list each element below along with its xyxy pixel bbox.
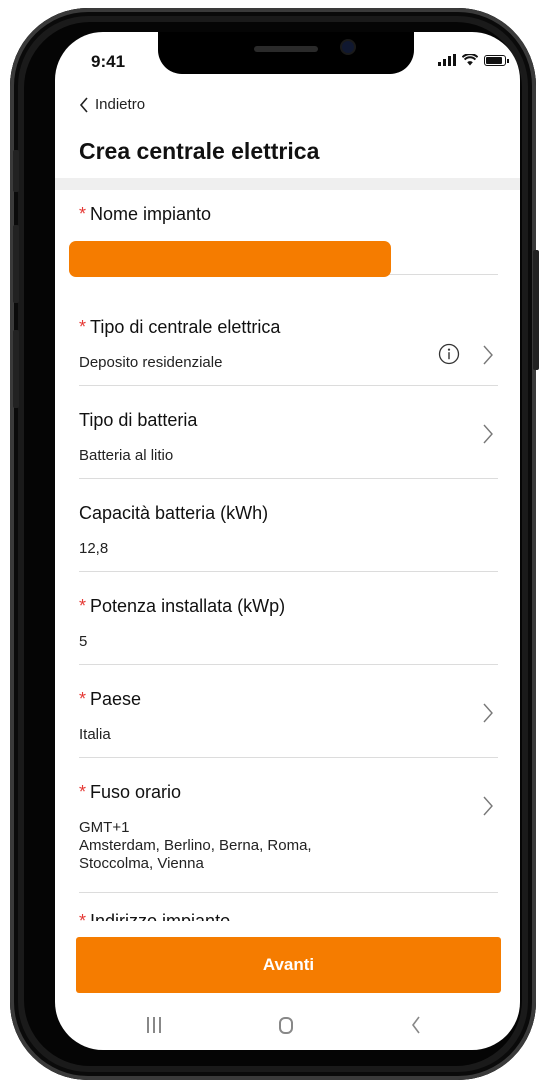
battery-capacity-field[interactable]: Capacità batteria (kWh) 12,8 bbox=[79, 503, 498, 572]
system-nav-bar bbox=[55, 1007, 520, 1050]
mute-switch bbox=[13, 150, 19, 192]
plant-address-label-partial: *Indirizzo impianto bbox=[79, 912, 230, 921]
plant-name-input[interactable] bbox=[69, 241, 391, 277]
next-button[interactable]: Avanti bbox=[76, 937, 501, 993]
plant-type-label: Tipo di centrale elettrica bbox=[90, 317, 281, 337]
nav-back-icon[interactable] bbox=[411, 1016, 421, 1034]
battery-capacity-label: Capacità batteria (kWh) bbox=[79, 503, 269, 523]
home-icon[interactable] bbox=[279, 1017, 293, 1034]
battery-type-field[interactable]: Tipo di batteria Batteria al litio bbox=[79, 410, 498, 479]
status-icons bbox=[438, 54, 509, 66]
installed-power-label: Potenza installata (kWp) bbox=[90, 596, 286, 616]
back-label: Indietro bbox=[95, 96, 146, 113]
field-divider bbox=[79, 478, 498, 479]
chevron-left-icon bbox=[79, 96, 88, 113]
chevron-right-icon bbox=[483, 703, 493, 723]
required-asterisk: * bbox=[79, 689, 87, 709]
volume-up-button bbox=[13, 225, 19, 303]
signal-icon bbox=[438, 54, 456, 66]
chevron-right-icon bbox=[483, 345, 493, 365]
battery-type-value: Batteria al litio bbox=[79, 447, 174, 464]
required-asterisk: * bbox=[79, 204, 87, 224]
country-field[interactable]: * Paese Italia bbox=[79, 689, 498, 758]
section-divider bbox=[55, 178, 520, 190]
installed-power-field[interactable]: * Potenza installata (kWp) 5 bbox=[79, 596, 498, 665]
country-value: Italia bbox=[79, 726, 111, 743]
plant-type-field[interactable]: * Tipo di centrale elettrica Deposito res… bbox=[79, 317, 498, 386]
chevron-right-icon bbox=[483, 424, 493, 444]
info-icon[interactable] bbox=[438, 343, 460, 365]
battery-icon bbox=[484, 54, 509, 66]
installed-power-value: 5 bbox=[79, 633, 88, 650]
speaker-grille bbox=[254, 46, 318, 52]
app-screen: 9:41 Indietro Crea centrale elettrica * N… bbox=[55, 32, 520, 1050]
timezone-label: Fuso orario bbox=[90, 782, 182, 802]
plant-type-value: Deposito residenziale bbox=[79, 354, 223, 371]
required-asterisk: * bbox=[79, 782, 87, 802]
front-camera bbox=[342, 41, 354, 53]
timezone-offset: GMT+1 bbox=[79, 819, 130, 836]
back-button[interactable]: Indietro bbox=[79, 96, 145, 113]
field-divider bbox=[79, 892, 498, 893]
volume-down-button bbox=[13, 330, 19, 408]
plant-name-label: Nome impianto bbox=[90, 204, 212, 224]
field-divider bbox=[79, 664, 498, 665]
battery-type-label: Tipo di batteria bbox=[79, 410, 198, 430]
battery-capacity-value: 12,8 bbox=[79, 540, 109, 557]
required-asterisk: * bbox=[79, 596, 87, 616]
notch bbox=[158, 32, 414, 74]
field-divider bbox=[79, 571, 498, 572]
timezone-cities: Amsterdam, Berlino, Berna, Roma, Stoccol… bbox=[79, 837, 312, 872]
country-label: Paese bbox=[90, 689, 142, 709]
required-asterisk: * bbox=[79, 317, 87, 337]
timezone-field[interactable]: * Fuso orario GMT+1 Amsterdam, Berlino, B… bbox=[79, 782, 498, 893]
field-divider bbox=[79, 385, 498, 386]
recents-icon[interactable] bbox=[147, 1017, 161, 1033]
page-title: Crea centrale elettrica bbox=[79, 138, 320, 164]
field-divider bbox=[79, 757, 498, 758]
status-time: 9:41 bbox=[91, 52, 126, 71]
power-button bbox=[533, 250, 539, 370]
chevron-right-icon bbox=[483, 796, 493, 816]
wifi-icon bbox=[462, 54, 478, 66]
